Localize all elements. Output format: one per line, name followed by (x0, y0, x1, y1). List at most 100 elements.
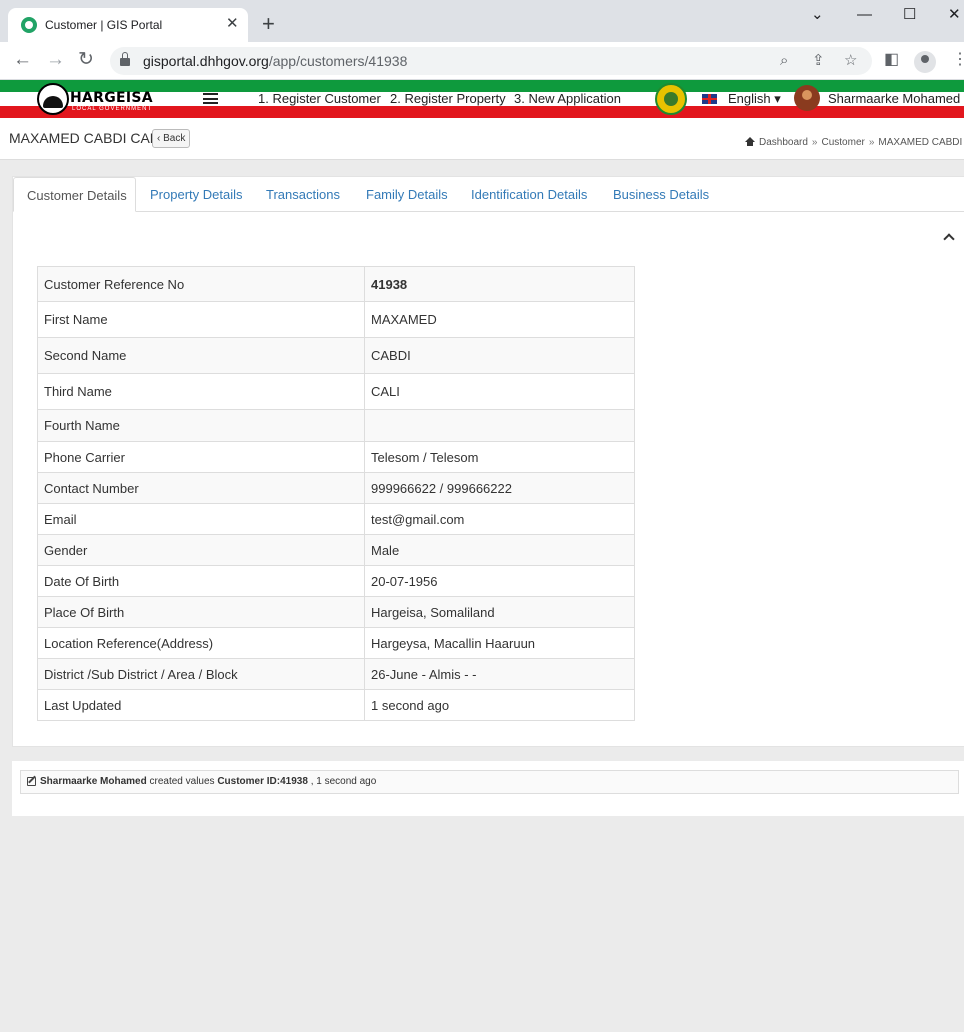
nav-register-property[interactable]: 2. Register Property (390, 91, 506, 106)
tab-identification-details[interactable]: Identification Details (471, 187, 587, 202)
table-row: Third Name CALI (37, 373, 635, 410)
field-value: Male (364, 534, 635, 566)
table-row: Fourth Name (37, 409, 635, 442)
field-label: Gender (37, 534, 365, 566)
table-row: Customer Reference No 41938 (37, 266, 635, 302)
table-row: Phone Carrier Telesom / Telesom (37, 441, 635, 473)
tab-title: Customer | GIS Portal (45, 18, 163, 32)
maximize-icon[interactable]: ☐ (903, 6, 916, 24)
breadcrumb-dashboard[interactable]: Dashboard (759, 137, 808, 148)
back-arrow-icon[interactable]: ← (13, 49, 32, 71)
bookmark-star-icon[interactable]: ☆ (844, 52, 857, 70)
customer-panel: Customer Details Property Details Transa… (12, 176, 964, 747)
field-label: Place Of Birth (37, 596, 365, 628)
tab-close-icon[interactable]: ✕ (226, 16, 239, 32)
field-value: 1 second ago (364, 689, 635, 721)
logo-text[interactable]: HARGEISA (70, 90, 153, 106)
user-menu[interactable]: Sharmaarke Mohamed ▾ (828, 91, 964, 107)
tab-bar: Customer Details Property Details Transa… (13, 177, 964, 212)
field-value: 999966622 / 999666222 (364, 472, 635, 504)
logo-subtext: LOCAL GOVERNMENT (72, 106, 153, 112)
activity-log-entry: Sharmaarke Mohamed created values Custom… (20, 770, 959, 794)
field-label: Customer Reference No (37, 266, 365, 302)
browser-tab[interactable]: Customer | GIS Portal ✕ (8, 8, 248, 42)
field-label: Email (37, 503, 365, 535)
home-icon (745, 137, 755, 146)
table-row: Second Name CABDI (37, 337, 635, 374)
zoom-icon[interactable]: ⌕ (780, 52, 788, 70)
browser-tabstrip: Customer | GIS Portal ✕ + ⌄ — ☐ ✕ (0, 0, 964, 42)
table-row: Place Of Birth Hargeisa, Somaliland (37, 596, 635, 628)
collapse-chevron-up-icon[interactable] (943, 233, 955, 245)
tab-business-details[interactable]: Business Details (613, 187, 709, 202)
hamburger-menu-icon[interactable] (203, 93, 218, 104)
nav-new-application[interactable]: 3. New Application (514, 91, 621, 106)
table-row: Location Reference(Address) Hargeysa, Mac… (37, 627, 635, 659)
field-label: Third Name (37, 373, 365, 410)
logo-icon[interactable] (37, 83, 69, 115)
new-tab-icon[interactable]: + (262, 13, 275, 35)
table-row: District /Sub District / Area / Block 26-… (37, 658, 635, 690)
tab-customer-details[interactable]: Customer Details (13, 177, 136, 212)
profile-icon[interactable] (914, 51, 936, 73)
table-row: Contact Number 999966622 / 999666222 (37, 472, 635, 504)
field-label: Last Updated (37, 689, 365, 721)
breadcrumb-customer[interactable]: Customer (821, 137, 864, 148)
table-row: First Name MAXAMED (37, 301, 635, 338)
tab-search-chevron-icon[interactable]: ⌄ (811, 6, 824, 24)
back-button[interactable]: ‹ Back (152, 129, 191, 148)
site-header: HARGEISA LOCAL GOVERNMENT 1. Register Cu… (0, 80, 964, 118)
page-heading: MAXAMED CABDI CALI ‹ Back Dashboard» Cust… (0, 118, 964, 160)
activity-text: Sharmaarke Mohamed created values Custom… (40, 776, 377, 787)
page-title: MAXAMED CABDI CALI (9, 130, 162, 146)
customer-details-table: Customer Reference No 41938 First Name MAXA… (37, 266, 635, 721)
tab-family-details[interactable]: Family Details (366, 187, 448, 202)
table-row: Gender Male (37, 534, 635, 566)
uk-flag-icon (702, 94, 717, 104)
table-row: Last Updated 1 second ago (37, 689, 635, 721)
tab-transactions[interactable]: Transactions (266, 187, 340, 202)
field-value: 26-June - Almis - - (364, 658, 635, 690)
field-value: Hargeisa, Somaliland (364, 596, 635, 628)
nav-register-customer[interactable]: 1. Register Customer (258, 91, 381, 106)
field-label: Second Name (37, 337, 365, 374)
lock-icon (120, 52, 130, 66)
table-row: Date Of Birth 20-07-1956 (37, 565, 635, 597)
minimize-icon[interactable]: — (857, 6, 872, 24)
edit-icon (27, 777, 36, 786)
field-value: Hargeysa, Macallin Haaruun (364, 627, 635, 659)
field-label: Phone Carrier (37, 441, 365, 473)
field-label: Location Reference(Address) (37, 627, 365, 659)
table-row: Email test@gmail.com (37, 503, 635, 535)
field-label: Date Of Birth (37, 565, 365, 597)
field-label: District /Sub District / Area / Block (37, 658, 365, 690)
government-emblem-icon (655, 83, 687, 115)
forward-arrow-icon[interactable]: → (46, 49, 65, 71)
close-window-icon[interactable]: ✕ (948, 6, 961, 24)
url-text: gisportal.dhhgov.org/app/customers/41938 (143, 53, 408, 69)
field-value: test@gmail.com (364, 503, 635, 535)
breadcrumb: Dashboard»Customer»MAXAMED CABDI CALI (745, 137, 964, 148)
field-label: First Name (37, 301, 365, 338)
field-label: Contact Number (37, 472, 365, 504)
side-panel-icon[interactable]: ◧ (884, 49, 899, 71)
field-value: MAXAMED (364, 301, 635, 338)
address-bar[interactable]: gisportal.dhhgov.org/app/customers/41938… (110, 47, 872, 75)
field-value: Telesom / Telesom (364, 441, 635, 473)
language-dropdown[interactable]: English ▾ (728, 91, 781, 107)
field-value (364, 409, 635, 442)
share-icon[interactable]: ⇪ (812, 52, 825, 70)
field-value: 41938 (364, 266, 635, 302)
menu-kebab-icon[interactable]: ⋮ (952, 49, 964, 71)
field-value: 20-07-1956 (364, 565, 635, 597)
activity-panel: Sharmaarke Mohamed created values Custom… (12, 761, 964, 816)
breadcrumb-current: MAXAMED CABDI CALI (878, 137, 964, 148)
user-avatar[interactable] (794, 85, 820, 111)
field-label: Fourth Name (37, 409, 365, 442)
tab-property-details[interactable]: Property Details (150, 187, 242, 202)
site-favicon-icon (21, 17, 37, 33)
field-value: CALI (364, 373, 635, 410)
reload-icon[interactable]: ↻ (78, 49, 94, 71)
field-value: CABDI (364, 337, 635, 374)
browser-toolbar: ← → ↻ gisportal.dhhgov.org/app/customers… (0, 42, 964, 80)
